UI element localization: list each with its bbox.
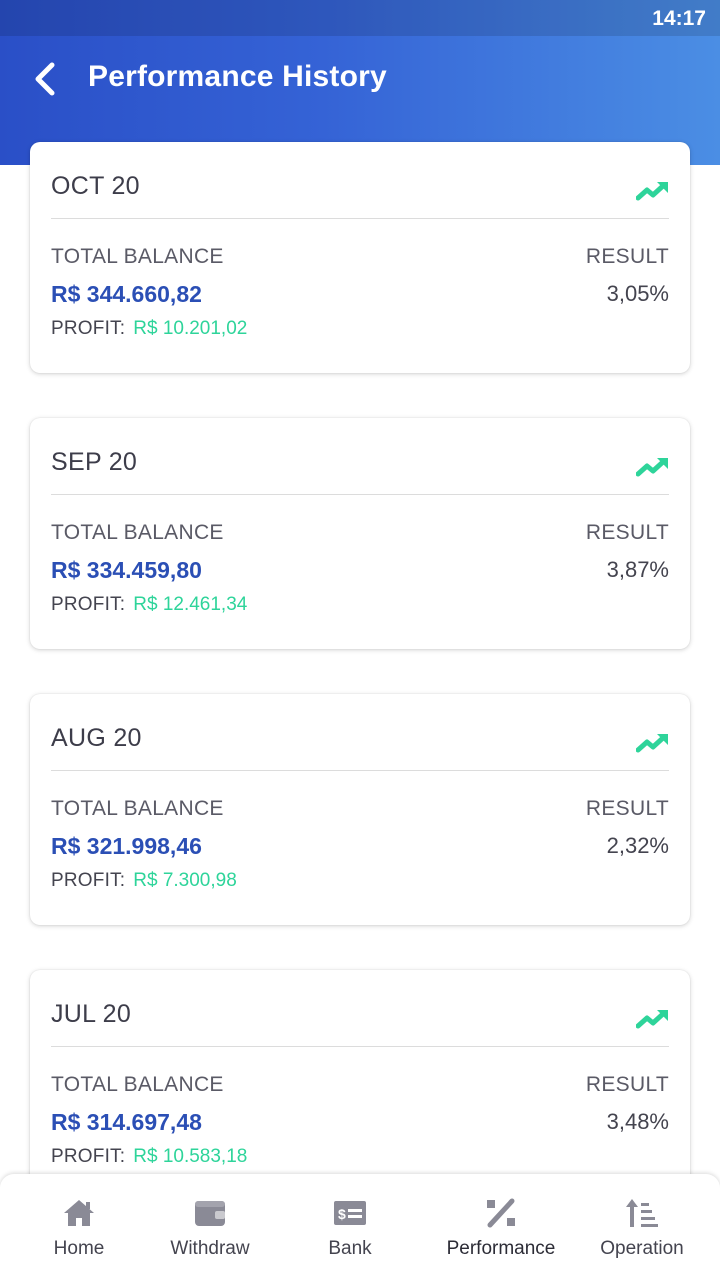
result-value: 3,05% [606, 281, 669, 306]
nav-item-bank[interactable]: $ Bank [262, 1174, 438, 1280]
bank-check-icon: $ [333, 1196, 367, 1230]
nav-item-operation[interactable]: Operation [564, 1174, 720, 1280]
total-balance-label: TOTAL BALANCE [51, 797, 224, 820]
nav-item-performance[interactable]: Performance [438, 1174, 564, 1280]
nav-label: Home [53, 1238, 105, 1259]
total-balance-label: TOTAL BALANCE [51, 1073, 224, 1096]
total-balance-value: R$ 334.459,80 [51, 557, 202, 583]
app-bar: Performance History [0, 36, 720, 122]
result-value: 3,87% [606, 557, 669, 582]
wallet-icon [193, 1196, 227, 1230]
nav-label: Withdraw [170, 1238, 250, 1259]
result-value: 3,48% [606, 1109, 669, 1134]
performance-card[interactable]: AUG 20 TOTAL BALANCE RESULT R$ 321.998,4… [30, 694, 690, 925]
result-label: RESULT [585, 245, 669, 268]
percent-icon [484, 1196, 518, 1230]
profit-value: R$ 10.583,18 [133, 1146, 248, 1167]
profit-row: PROFIT: R$ 10.201,02 [51, 318, 247, 340]
trending-up-icon [636, 734, 668, 753]
card-month: AUG 20 [51, 724, 142, 752]
total-balance-value: R$ 321.998,46 [51, 833, 202, 859]
performance-card[interactable]: SEP 20 TOTAL BALANCE RESULT R$ 334.459,8… [30, 418, 690, 649]
home-icon [62, 1196, 96, 1230]
total-balance-label: TOTAL BALANCE [51, 245, 224, 268]
trending-up-icon [636, 182, 668, 201]
total-balance-value: R$ 344.660,82 [51, 281, 202, 307]
nav-item-home[interactable]: Home [0, 1174, 158, 1280]
nav-label: Operation [600, 1238, 684, 1259]
total-balance-value: R$ 314.697,48 [51, 1109, 202, 1135]
card-divider [51, 218, 669, 219]
profit-value: R$ 10.201,02 [133, 318, 248, 339]
nav-label: Performance [446, 1238, 556, 1259]
status-time: 14:17 [652, 7, 706, 30]
profit-value: R$ 12.461,34 [133, 594, 248, 615]
back-button[interactable] [22, 56, 68, 102]
total-balance-label: TOTAL BALANCE [51, 521, 224, 544]
chevron-left-icon [35, 62, 55, 96]
trending-up-icon [636, 458, 668, 477]
nav-item-withdraw[interactable]: Withdraw [158, 1174, 262, 1280]
profit-value: R$ 7.300,98 [133, 870, 237, 891]
svg-text:$: $ [338, 1206, 346, 1222]
performance-card[interactable]: JUL 20 TOTAL BALANCE RESULT R$ 314.697,4… [30, 970, 690, 1201]
nav-label: Bank [328, 1238, 372, 1259]
profit-row: PROFIT: R$ 12.461,34 [51, 594, 247, 616]
sort-ascending-icon [625, 1196, 659, 1230]
card-divider [51, 1046, 669, 1047]
profit-label: PROFIT: [51, 1146, 126, 1167]
card-divider [51, 494, 669, 495]
trending-up-icon [636, 1010, 668, 1029]
bottom-navigation: Home Withdraw $ Bank Performance Operati… [0, 1174, 720, 1280]
profit-label: PROFIT: [51, 594, 126, 615]
card-month: SEP 20 [51, 448, 138, 476]
page-title: Performance History [88, 60, 387, 93]
card-month: JUL 20 [51, 1000, 132, 1028]
result-label: RESULT [585, 1073, 669, 1096]
performance-card[interactable]: OCT 20 TOTAL BALANCE RESULT R$ 344.660,8… [30, 142, 690, 373]
result-label: RESULT [585, 797, 669, 820]
profit-label: PROFIT: [51, 318, 126, 339]
status-bar: 14:17 [0, 0, 720, 36]
card-month: OCT 20 [51, 172, 140, 200]
profit-row: PROFIT: R$ 7.300,98 [51, 870, 237, 892]
profit-row: PROFIT: R$ 10.583,18 [51, 1146, 247, 1168]
result-label: RESULT [585, 521, 669, 544]
card-divider [51, 770, 669, 771]
result-value: 2,32% [606, 833, 669, 858]
profit-label: PROFIT: [51, 870, 126, 891]
